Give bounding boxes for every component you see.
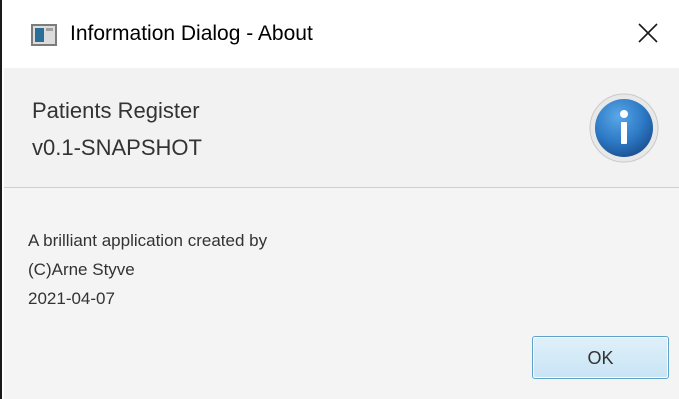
info-icon — [589, 93, 659, 163]
app-icon-bar — [46, 28, 53, 31]
app-window-icon — [31, 24, 57, 46]
about-dialog-window: Information Dialog - About Patients Regi… — [0, 0, 679, 399]
header-app-name: Patients Register — [32, 98, 200, 123]
dialog-content: A brilliant application created by (C)Ar… — [4, 188, 679, 399]
header-version: v0.1-SNAPSHOT — [32, 135, 202, 160]
message-line-3: 2021-04-07 — [28, 289, 115, 308]
window-title: Information Dialog - About — [70, 22, 313, 45]
message-line-2: (C)Arne Styve — [28, 260, 135, 279]
title-bar[interactable]: Information Dialog - About — [4, 0, 679, 68]
app-icon-panel — [35, 28, 44, 42]
message-line-1: A brilliant application created by — [28, 231, 268, 250]
dialog-header: Patients Register v0.1-SNAPSHOT — [4, 68, 679, 188]
ok-button[interactable]: OK — [532, 336, 669, 379]
close-icon — [638, 23, 658, 43]
close-button[interactable] — [620, 10, 678, 58]
